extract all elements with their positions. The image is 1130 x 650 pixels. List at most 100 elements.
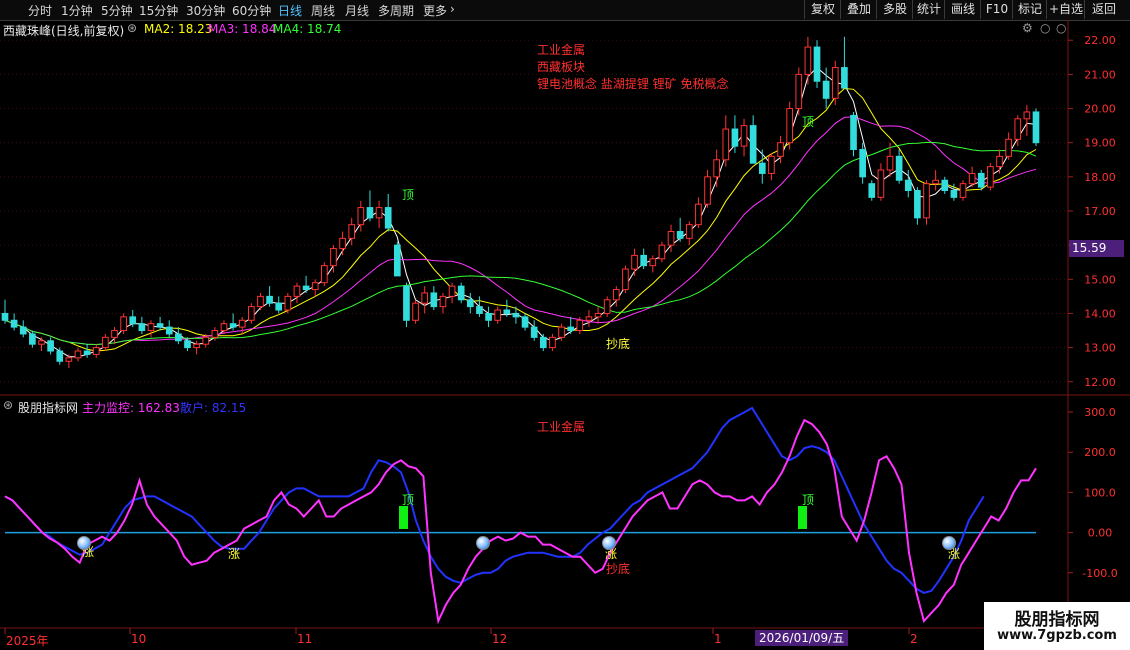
rise-marker-icon: [942, 536, 956, 550]
candle-up: [722, 128, 730, 161]
candle-up: [65, 357, 73, 362]
sector-info-line: 锂电池概念 盐湖提锂 锂矿 免税概念: [537, 77, 729, 91]
candle-down: [758, 162, 766, 174]
candle-down: [56, 350, 64, 362]
ma3-legend: MA3: 18.84: [208, 22, 277, 36]
candle-down: [275, 302, 283, 311]
sector-info-line: 工业金属: [537, 43, 586, 57]
candle-down: [229, 323, 237, 328]
candle-down: [914, 190, 921, 219]
date-tick: 2: [910, 632, 918, 646]
candle-up: [92, 347, 100, 355]
candle-up: [357, 207, 365, 226]
candle-up: [284, 295, 292, 311]
candle-up: [804, 46, 812, 75]
candle-down: [29, 333, 36, 345]
candle-down: [868, 183, 876, 198]
candle-up: [667, 230, 675, 246]
candle-up: [1023, 111, 1031, 120]
candle-down: [731, 128, 739, 147]
price-tick-label: 20.00: [1084, 103, 1116, 116]
candle-up: [987, 166, 994, 188]
candle-up: [594, 312, 602, 318]
indicator-sector-label: 工业金属: [537, 420, 586, 434]
candle-down: [521, 316, 529, 328]
price-tick-label: 15.00: [1084, 273, 1116, 286]
candle-up: [740, 125, 748, 147]
candle-up: [603, 299, 611, 314]
candle-up: [795, 73, 803, 110]
candle-up: [147, 323, 155, 332]
price-tick-label: 14.00: [1084, 307, 1116, 320]
retail-line: [4, 406, 985, 594]
candle-up: [996, 155, 1003, 168]
panel-close-icon[interactable]: ○: [1056, 21, 1066, 35]
candle-up: [695, 203, 702, 226]
candle-up: [102, 336, 109, 349]
price-tick-label: 12.00: [1084, 376, 1116, 389]
candle-down: [485, 312, 492, 321]
candle-down: [850, 114, 857, 151]
candle-up: [649, 258, 657, 267]
candle-up: [321, 265, 328, 284]
candle-up: [968, 172, 976, 185]
indicator-tick-label: 300.0: [1084, 406, 1116, 419]
candle-down: [266, 295, 273, 304]
candle-up: [111, 330, 118, 338]
candle-up: [211, 330, 219, 338]
retail-legend: 散户: 82.15: [180, 401, 247, 415]
panel-minimize-icon[interactable]: ○: [1040, 21, 1050, 35]
candle-up: [238, 319, 246, 328]
price-tick-label: 19.00: [1084, 137, 1116, 150]
candle-down: [1, 312, 9, 321]
price-tick-label: 18.00: [1084, 171, 1116, 184]
candle-up: [576, 319, 584, 332]
sector-info-line: 西藏板块: [537, 60, 586, 74]
candle-up: [932, 179, 939, 185]
candle-down: [895, 155, 903, 181]
top-signal-bar: [798, 506, 807, 529]
candle-up: [202, 336, 210, 345]
indicator-tick-label: 100.0: [1084, 486, 1116, 499]
date-tick: 12: [492, 632, 508, 646]
collapse-icon[interactable]: ⊛: [3, 398, 13, 412]
rise-marker-icon: [77, 536, 91, 550]
candle-up: [549, 336, 556, 349]
candle-down: [813, 46, 821, 82]
candle-down: [503, 309, 511, 314]
watermark-url: www.7gpzb.com: [997, 628, 1117, 643]
candle-up: [612, 289, 620, 301]
candle-down: [19, 326, 27, 335]
top-signal: 顶: [402, 188, 415, 202]
candle-down: [83, 350, 91, 355]
candle-up: [311, 282, 319, 291]
main-force-legend: 主力监控: 162.83: [82, 401, 180, 415]
rise-marker-icon: [476, 536, 490, 550]
panel-settings-icon[interactable]: ⚙: [1022, 21, 1033, 35]
date-tick: 1: [714, 632, 722, 646]
chart-canvas[interactable]: 22.0021.0020.0019.0018.0017.0016.0015.00…: [0, 0, 1130, 650]
candle-down: [941, 179, 949, 192]
candle-down: [904, 179, 912, 192]
candle-up: [631, 254, 638, 270]
candle-down: [393, 244, 401, 277]
candle-up: [877, 169, 885, 198]
candle-up: [831, 67, 839, 99]
candle-up: [339, 237, 346, 250]
candle-up: [923, 183, 930, 219]
candle-up: [768, 155, 775, 174]
candle-up: [74, 350, 82, 359]
top-signal-bar: [399, 506, 408, 529]
candle-down: [47, 340, 54, 352]
candle-down: [366, 207, 374, 219]
indicator-tick-label: 0.00: [1088, 527, 1113, 540]
candle-up: [704, 176, 711, 205]
candle-up: [375, 207, 383, 219]
price-tick-label: 17.00: [1084, 205, 1116, 218]
candle-up: [348, 224, 356, 239]
settings-icon[interactable]: ⊛: [127, 21, 137, 35]
candle-up: [1014, 118, 1022, 140]
candle-down: [384, 207, 392, 229]
bottom-signal: 抄底: [606, 337, 631, 351]
candle-down: [430, 292, 438, 308]
